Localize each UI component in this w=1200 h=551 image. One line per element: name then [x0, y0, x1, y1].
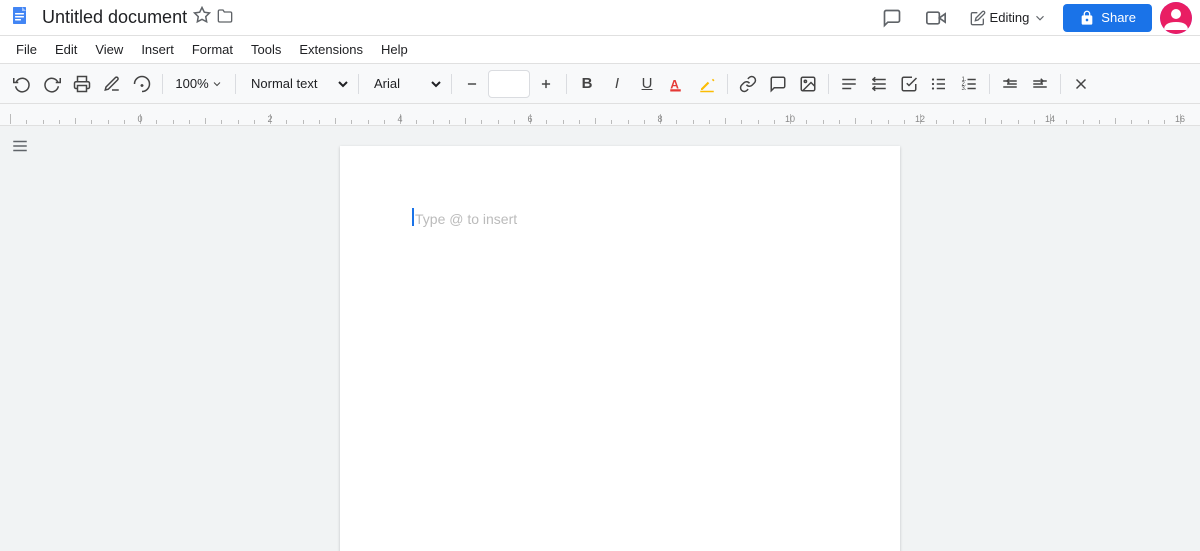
document-title[interactable]: Untitled document	[42, 7, 187, 28]
font-size-decrease-button[interactable]	[458, 69, 486, 99]
separator-6	[727, 74, 728, 94]
print-button[interactable]	[68, 69, 96, 99]
folder-icon[interactable]	[217, 8, 233, 27]
user-avatar[interactable]	[1160, 2, 1192, 34]
undo-button[interactable]	[8, 69, 36, 99]
svg-text:3.: 3.	[962, 86, 967, 92]
document-content[interactable]: Type @ to insert	[412, 206, 828, 227]
star-icon[interactable]	[193, 6, 211, 29]
font-select[interactable]: Arial	[365, 70, 445, 98]
spellcheck-button[interactable]	[98, 69, 126, 99]
menu-view[interactable]: View	[87, 38, 131, 61]
line-spacing-button[interactable]	[865, 69, 893, 99]
ruler-canvas: 0246810121416	[0, 104, 1200, 125]
document-page[interactable]: Type @ to insert	[340, 146, 900, 551]
checklist-button[interactable]	[895, 69, 923, 99]
italic-button[interactable]: I	[603, 69, 631, 99]
menu-insert[interactable]: Insert	[133, 38, 182, 61]
ruler: 0246810121416	[0, 104, 1200, 126]
menu-help[interactable]: Help	[373, 38, 416, 61]
font-size-input[interactable]: 11	[488, 70, 530, 98]
menu-format[interactable]: Format	[184, 38, 241, 61]
redo-button[interactable]	[38, 69, 66, 99]
separator-3	[358, 74, 359, 94]
docs-logo-icon	[8, 4, 36, 32]
share-label: Share	[1101, 10, 1136, 25]
left-sidebar	[0, 126, 40, 551]
underline-button[interactable]: U	[633, 69, 661, 99]
text-cursor	[412, 208, 414, 226]
highlight-button[interactable]	[693, 69, 721, 99]
menu-bar: File Edit View Insert Format Tools Exten…	[0, 36, 1200, 64]
toolbar: 100% Normal text Arial 11 B I U	[0, 64, 1200, 104]
share-button[interactable]: Share	[1063, 4, 1152, 32]
font-size-increase-button[interactable]	[532, 69, 560, 99]
paint-format-button[interactable]	[128, 69, 156, 99]
align-button[interactable]	[835, 69, 863, 99]
clear-formatting-button[interactable]	[1067, 69, 1095, 99]
menu-tools[interactable]: Tools	[243, 38, 289, 61]
menu-extensions[interactable]: Extensions	[291, 38, 371, 61]
content-area: Type @ to insert	[0, 126, 1200, 551]
numbered-list-button[interactable]: 1. 2. 3.	[955, 69, 983, 99]
insert-link-button[interactable]	[734, 69, 762, 99]
separator-4	[451, 74, 452, 94]
insert-comment-button[interactable]	[764, 69, 792, 99]
sidebar-expand-button[interactable]	[8, 134, 32, 158]
zoom-selector[interactable]: 100%	[169, 70, 229, 98]
separator-8	[989, 74, 990, 94]
paragraph-style-select[interactable]: Normal text	[242, 70, 352, 98]
editing-mode-label: Editing	[990, 10, 1030, 25]
comments-icon-btn[interactable]	[874, 0, 910, 36]
bullet-list-button[interactable]	[925, 69, 953, 99]
meet-icon-btn[interactable]	[918, 0, 954, 36]
separator-9	[1060, 74, 1061, 94]
insert-image-button[interactable]	[794, 69, 822, 99]
title-bar-right: Editing Share	[874, 0, 1192, 36]
decrease-indent-button[interactable]	[996, 69, 1024, 99]
separator-1	[162, 74, 163, 94]
bold-button[interactable]: B	[573, 69, 601, 99]
separator-7	[828, 74, 829, 94]
menu-file[interactable]: File	[8, 38, 45, 61]
document-container[interactable]: Type @ to insert	[40, 126, 1200, 551]
title-bar: Untitled document	[0, 0, 1200, 36]
increase-indent-button[interactable]	[1026, 69, 1054, 99]
document-placeholder: Type @ to insert	[415, 211, 517, 227]
separator-2	[235, 74, 236, 94]
text-color-button[interactable]: A	[663, 69, 691, 99]
menu-edit[interactable]: Edit	[47, 38, 85, 61]
editing-mode-btn[interactable]: Editing	[962, 6, 1056, 30]
separator-5	[566, 74, 567, 94]
